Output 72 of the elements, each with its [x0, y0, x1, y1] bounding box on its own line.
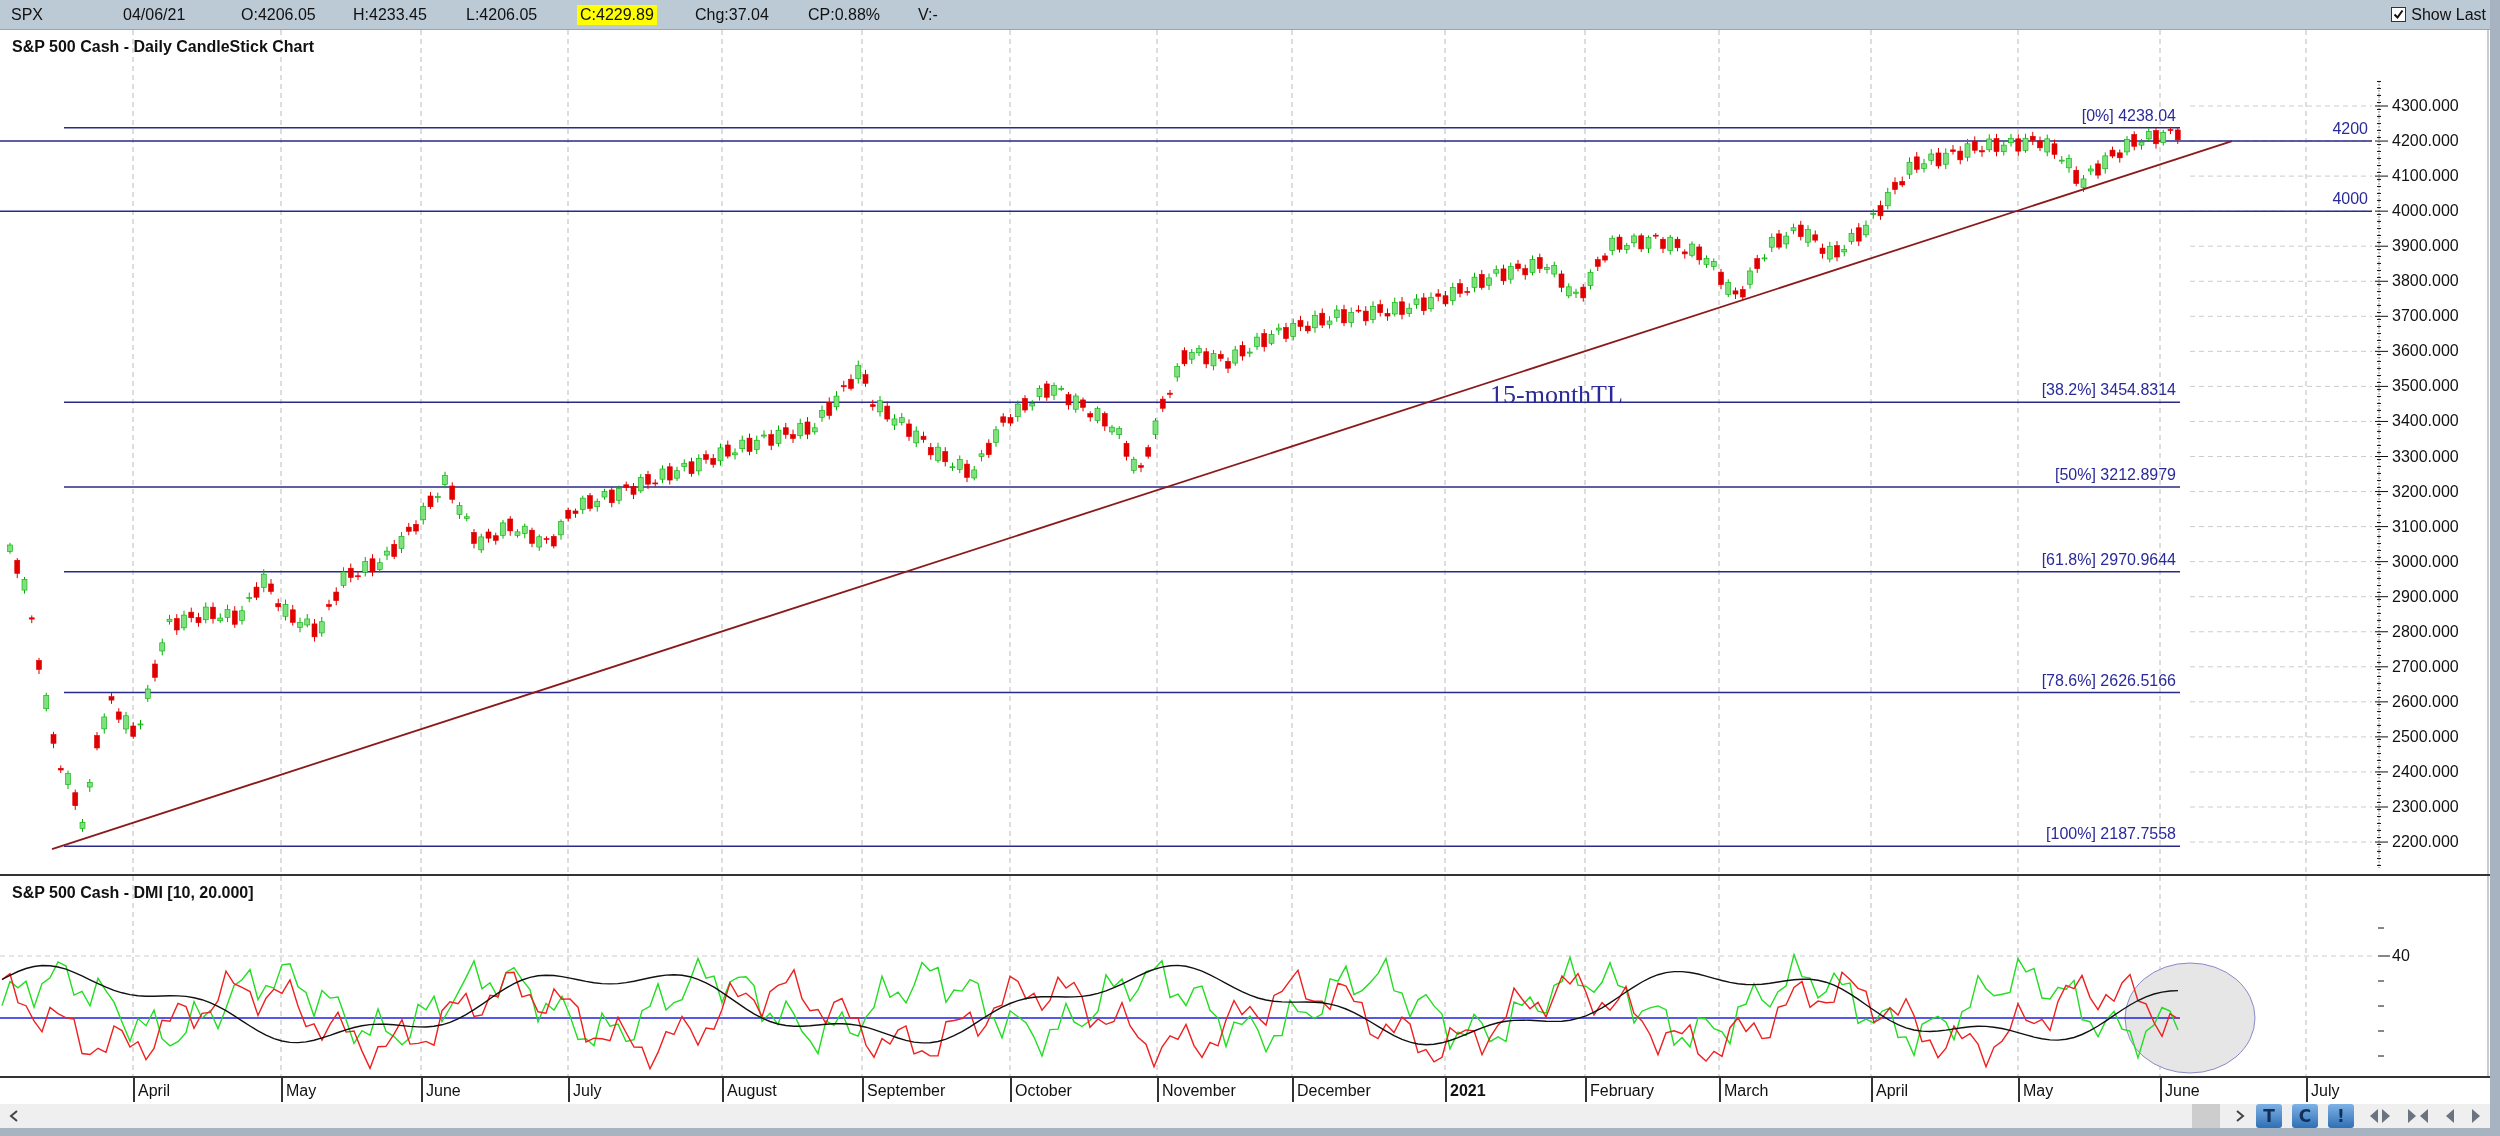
axis-label: 3600.000	[2392, 342, 2459, 361]
retracement-label: [0%] 4238.04	[2081, 106, 2176, 125]
axis-label: 40	[2392, 947, 2410, 965]
triangle-right-icon[interactable]	[2470, 1107, 2482, 1125]
month-label: August	[722, 1078, 777, 1102]
triangle-left-icon[interactable]	[2444, 1107, 2456, 1125]
level-label: 4000	[2332, 190, 2368, 209]
retracement-label: [50%] 3212.8979	[2055, 466, 2176, 484]
scrollbar-thumb[interactable]	[2192, 1104, 2220, 1128]
quote-value: C:4229.89	[577, 4, 657, 25]
chart-title: S&P 500 Cash - Daily CandleStick Chart	[12, 38, 315, 56]
quote-value: Chg:37.04	[694, 4, 770, 25]
date-label: 04/06/21	[122, 4, 187, 25]
month-label: December	[1292, 1078, 1371, 1102]
collapse-horizontal-icon[interactable]	[2406, 1107, 2430, 1125]
axis-label: 3400.000	[2392, 412, 2459, 431]
month-label: March	[1719, 1078, 1769, 1102]
retracement-label: [100%] 2187.7558	[2046, 825, 2176, 844]
axis-label: 2400.000	[2392, 762, 2459, 781]
month-label: April	[133, 1078, 170, 1102]
axis-label: 2900.000	[2392, 587, 2459, 606]
month-label: July	[568, 1078, 602, 1102]
level-label: 4200	[2332, 120, 2368, 139]
month-label: June	[421, 1078, 461, 1102]
month-label: April	[1871, 1078, 1908, 1102]
axis-label: 2300.000	[2392, 798, 2459, 816]
toolbar-button[interactable]: C	[2292, 1104, 2318, 1128]
axis-label: 2800.000	[2392, 622, 2459, 641]
month-label: September	[862, 1078, 946, 1102]
quote-value: L:4206.05	[465, 4, 539, 25]
chevron-left-icon[interactable]	[8, 1109, 20, 1123]
retracement-label: [61.8%] 2970.9644	[2041, 550, 2176, 569]
axis-label: 2600.000	[2392, 692, 2459, 711]
retracement-label: [38.2%] 3454.8314	[2041, 381, 2176, 400]
axis-label: 3700.000	[2392, 307, 2459, 326]
axis-label: 3800.000	[2392, 272, 2459, 291]
month-label: February	[1585, 1078, 1655, 1102]
axis-label: 2500.000	[2392, 727, 2459, 746]
quote-value: H:4233.45	[352, 4, 428, 25]
chart-title: S&P 500 Cash - DMI [10, 20.000]	[12, 884, 254, 902]
quote-value: O:4206.05	[240, 4, 317, 25]
month-label: May	[2018, 1078, 2054, 1102]
check-icon	[2393, 9, 2405, 20]
axis-label: 3100.000	[2392, 517, 2459, 536]
symbol-label: SPX	[10, 4, 44, 25]
axis-label: 3900.000	[2392, 237, 2459, 256]
month-label: 2021	[1445, 1078, 1486, 1102]
axis-label: 2700.000	[2392, 657, 2459, 676]
axis-label: 3200.000	[2392, 482, 2459, 501]
axis-label: 3500.000	[2392, 377, 2459, 396]
axis-label: 4300.000	[2392, 97, 2459, 115]
month-label: November	[1157, 1078, 1236, 1102]
scrollbar[interactable]: T C !	[0, 1104, 2490, 1128]
axis-label: 3000.000	[2392, 552, 2459, 571]
toolbar-button[interactable]: T	[2256, 1104, 2282, 1128]
axis-label: 3300.000	[2392, 447, 2459, 466]
expand-horizontal-icon[interactable]	[2368, 1107, 2392, 1125]
toolbar-button[interactable]: !	[2328, 1104, 2354, 1128]
month-label: June	[2160, 1078, 2200, 1102]
trendline-label: 15-monthTL	[1490, 380, 1623, 410]
show-last-checkbox[interactable]: Show Last	[2391, 5, 2490, 24]
chevron-right-icon[interactable]	[2234, 1109, 2246, 1123]
retracement-label: [78.6%] 2626.5166	[2041, 671, 2176, 690]
axis-label: 2200.000	[2392, 833, 2459, 852]
month-label: May	[281, 1078, 317, 1102]
axis-label: 4000.000	[2392, 202, 2459, 221]
quote-value: CP:0.88%	[807, 4, 882, 25]
month-label: October	[1010, 1078, 1072, 1102]
quote-value: V:-	[917, 4, 939, 25]
axis-label: 4100.000	[2392, 167, 2459, 186]
axis-label: 4200.000	[2392, 132, 2459, 151]
month-label: July	[2306, 1078, 2340, 1102]
